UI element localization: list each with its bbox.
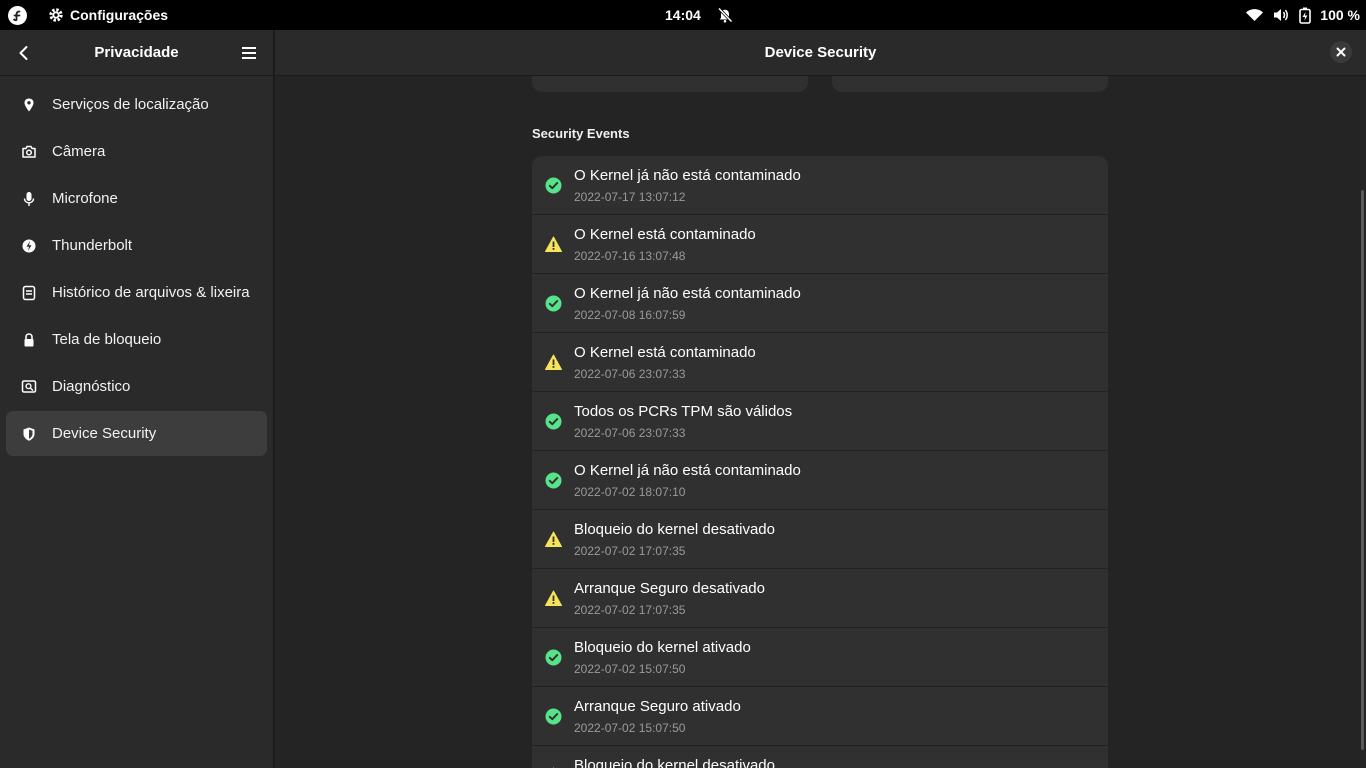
section-title: Security Events [532,126,630,141]
sidebar: Privacidade Serviços de localização Câme… [0,30,274,768]
clock[interactable]: 14:04 [665,0,701,30]
event-title: Bloqueio do kernel desativado [574,757,775,768]
lock-icon [20,331,38,349]
event-date: 2022-07-16 13:07:48 [574,249,686,263]
sidebar-item-microphone[interactable]: Microfone [6,176,267,221]
volume-icon [1274,9,1289,21]
sidebar-item-label: Thunderbolt [52,237,133,254]
security-card-left[interactable] [532,76,808,92]
security-card-right[interactable] [832,76,1108,92]
sidebar-item-diagnostics[interactable]: Diagnóstico [6,364,267,409]
notifications-disabled-icon [716,6,734,27]
event-title: Todos os PCRs TPM são válidos [574,403,793,420]
event-row: O Kernel está contaminado 2022-07-16 13:… [532,215,1108,274]
sidebar-item-thunderbolt[interactable]: Thunderbolt [6,223,267,268]
sidebar-list: Serviços de localização Câmera Microfone… [0,76,273,464]
event-row: O Kernel está contaminado 2022-07-06 23:… [532,333,1108,392]
event-row: O Kernel já não está contaminado 2022-07… [532,156,1108,215]
sidebar-item-lock-screen[interactable]: Tela de bloqueio [6,317,267,362]
battery-charging-icon [1299,7,1312,24]
event-row: Arranque Seguro desativado 2022-07-02 17… [532,569,1108,628]
event-date: 2022-07-06 23:07:33 [574,426,686,440]
sidebar-item-label: Histórico de arquivos & lixeira [52,284,250,301]
sidebar-item-device-security[interactable]: Device Security [6,411,267,456]
microphone-icon [20,190,38,208]
location-pin-icon [20,96,38,114]
sidebar-header: Privacidade [0,30,273,76]
check-icon [545,708,562,725]
check-icon [545,472,562,489]
warning-icon [545,354,562,370]
gear-icon [49,8,63,22]
main-panel: Device Security Security Events O Kernel… [275,30,1366,768]
system-status-area[interactable]: 100 % [1245,0,1360,30]
event-title: O Kernel já não está contaminado [574,167,801,184]
event-title: O Kernel já não está contaminado [574,285,801,302]
warning-icon [545,236,562,252]
back-button[interactable] [14,43,34,63]
event-row: Todos os PCRs TPM são válidos 2022-07-06… [532,392,1108,451]
event-row: Bloqueio do kernel ativado 2022-07-02 15… [532,628,1108,687]
activities-logo-icon[interactable] [8,6,27,25]
sidebar-item-label: Diagnóstico [52,378,131,395]
event-title: Bloqueio do kernel desativado [574,521,775,538]
event-row: Bloqueio do kernel desativado [532,746,1108,768]
event-date: 2022-07-02 15:07:50 [574,721,686,735]
check-icon [545,295,562,312]
app-menu[interactable]: Configurações [48,0,168,30]
top-bar: Configurações 14:04 100 % [0,0,1366,30]
close-icon [1336,47,1346,57]
event-title: O Kernel já não está contaminado [574,462,801,479]
diagnostics-icon [20,378,38,396]
thunderbolt-icon [20,237,38,255]
app-name: Configurações [70,7,169,23]
event-row: Arranque Seguro ativado 2022-07-02 15:07… [532,687,1108,746]
sidebar-item-label: Tela de bloqueio [52,331,162,348]
page-title: Device Security [764,44,877,61]
sidebar-item-label: Serviços de localização [52,96,209,113]
sidebar-item-label: Câmera [52,143,106,160]
main-header: Device Security [275,30,1366,76]
event-date: 2022-07-02 15:07:50 [574,662,686,676]
event-row: O Kernel já não está contaminado 2022-07… [532,451,1108,510]
sidebar-item-label: Microfone [52,190,118,207]
chevron-left-icon [19,46,28,60]
sidebar-item-file-history[interactable]: Histórico de arquivos & lixeira [6,270,267,315]
check-icon [545,413,562,430]
wifi-icon [1246,9,1264,21]
warning-icon [545,590,562,606]
sidebar-item-camera[interactable]: Câmera [6,129,267,174]
check-icon [545,649,562,666]
event-date: 2022-07-17 13:07:12 [574,190,686,204]
event-title: Arranque Seguro ativado [574,698,741,715]
event-date: 2022-07-02 18:07:10 [574,485,686,499]
warning-icon [545,531,562,547]
event-title: Arranque Seguro desativado [574,580,765,597]
sidebar-item-location-services[interactable]: Serviços de localização [6,82,267,127]
hamburger-menu-icon [242,47,256,59]
event-title: O Kernel está contaminado [574,226,756,243]
event-date: 2022-07-02 17:07:35 [574,544,686,558]
scrollbar[interactable] [1361,190,1364,750]
event-date: 2022-07-06 23:07:33 [574,367,686,381]
sidebar-title: Privacidade [94,44,179,61]
event-row: O Kernel já não está contaminado 2022-07… [532,274,1108,333]
sidebar-item-label: Device Security [52,425,157,442]
security-events-list: O Kernel já não está contaminado 2022-07… [532,156,1108,768]
main-menu-button[interactable] [239,43,259,63]
event-title: Bloqueio do kernel ativado [574,639,751,656]
event-date: 2022-07-08 16:07:59 [574,308,686,322]
camera-icon [20,143,38,161]
event-date: 2022-07-02 17:07:35 [574,603,686,617]
battery-percentage: 100 % [1320,7,1360,23]
file-history-icon [20,284,38,302]
event-title: O Kernel está contaminado [574,344,756,361]
event-row: Bloqueio do kernel desativado 2022-07-02… [532,510,1108,569]
check-icon [545,177,562,194]
shield-icon [20,425,38,443]
close-button[interactable] [1330,41,1352,63]
